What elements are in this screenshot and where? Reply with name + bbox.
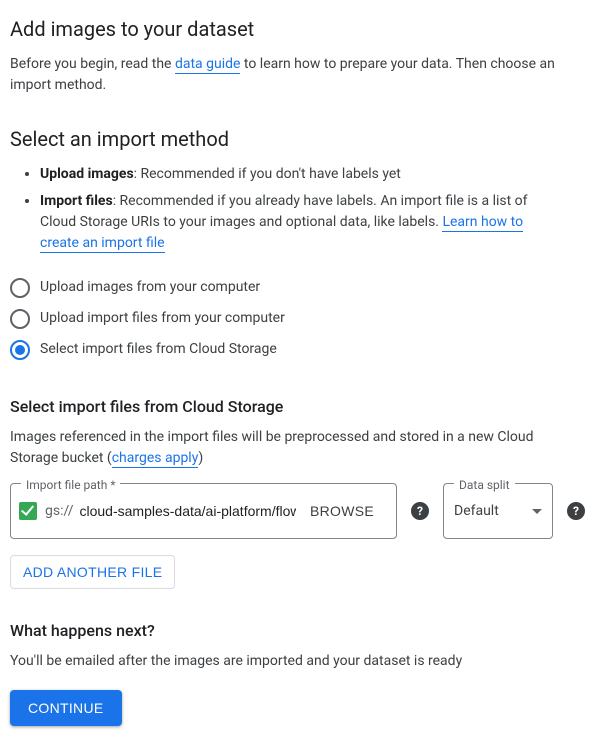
- radio-icon: [10, 309, 30, 329]
- import-file-path-input[interactable]: [80, 503, 296, 519]
- import-desc-a: Images referenced in the import files wi…: [10, 429, 534, 466]
- data-split-label: Data split: [454, 476, 515, 494]
- checkmark-icon: [19, 502, 37, 520]
- import-file-path-label: Import file path *: [21, 476, 120, 494]
- method-item-import-files: Import files: Recommended if you already…: [40, 191, 540, 254]
- radio-label: Select import files from Cloud Storage: [40, 339, 277, 360]
- help-icon[interactable]: ?: [411, 502, 429, 520]
- import-method-radio-group: Upload images from your computer Upload …: [10, 272, 585, 365]
- method-item-upload-images: Upload images: Recommended if you don't …: [40, 164, 540, 185]
- import-desc: Images referenced in the import files wi…: [10, 427, 585, 469]
- data-split-value: Default: [454, 501, 499, 522]
- radio-upload-images[interactable]: Upload images from your computer: [10, 272, 585, 303]
- continue-button[interactable]: CONTINUE: [10, 690, 122, 726]
- chevron-down-icon: [532, 509, 542, 514]
- radio-label: Upload images from your computer: [40, 277, 260, 298]
- import-desc-b: ): [198, 450, 203, 466]
- help-icon[interactable]: ?: [567, 502, 585, 520]
- heading-add-images: Add images to your dataset: [10, 14, 585, 44]
- what-next-desc: You'll be emailed after the images are i…: [10, 651, 585, 672]
- add-another-file-button[interactable]: ADD ANOTHER FILE: [10, 555, 175, 589]
- charges-apply-link[interactable]: charges apply: [112, 450, 199, 468]
- heading-import-cloud-storage: Select import files from Cloud Storage: [10, 395, 585, 419]
- radio-select-cloud-storage[interactable]: Select import files from Cloud Storage: [10, 334, 585, 365]
- data-guide-link[interactable]: data guide: [175, 56, 240, 74]
- method-item-import-files-strong: Import files: [40, 193, 113, 209]
- data-split-select[interactable]: Data split Default: [443, 483, 553, 539]
- intro-text-before: Before you begin, read the: [10, 56, 175, 72]
- radio-icon: [10, 340, 30, 360]
- intro-paragraph: Before you begin, read the data guide to…: [10, 54, 585, 96]
- radio-upload-import-files[interactable]: Upload import files from your computer: [10, 303, 585, 334]
- radio-icon: [10, 278, 30, 298]
- gs-prefix: gs://: [45, 501, 74, 522]
- import-file-path-field[interactable]: Import file path * gs:// BROWSE: [10, 483, 397, 539]
- heading-what-next: What happens next?: [10, 619, 585, 643]
- heading-select-method: Select an import method: [10, 124, 585, 154]
- radio-label: Upload import files from your computer: [40, 308, 285, 329]
- browse-button[interactable]: BROWSE: [296, 484, 388, 538]
- method-item-upload-images-rest: : Recommended if you don't have labels y…: [134, 166, 401, 182]
- method-item-upload-images-strong: Upload images: [40, 166, 134, 182]
- method-list: Upload images: Recommended if you don't …: [40, 164, 585, 254]
